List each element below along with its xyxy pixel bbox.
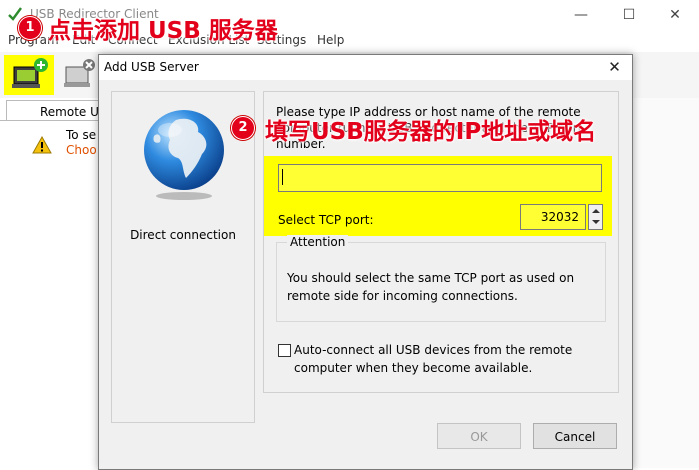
- autoconnect-checkbox[interactable]: [278, 344, 291, 357]
- connection-type-panel: Direct connection: [111, 91, 255, 423]
- dialog-title: Add USB Server: [104, 60, 199, 74]
- right-panel: [628, 98, 699, 468]
- close-button[interactable]: ✕: [652, 0, 698, 30]
- minimize-button[interactable]: —: [558, 0, 604, 30]
- step-1-caption: 点击添加 USB 服务器: [48, 18, 278, 44]
- info-text: To se: [66, 128, 97, 142]
- globe-icon: [144, 110, 224, 200]
- tcp-port-input[interactable]: 32032: [520, 204, 586, 230]
- step-2-caption: 填写USB服务器的IP地址或域名: [265, 119, 597, 145]
- add-server-button[interactable]: [4, 55, 54, 95]
- step-badge-2: 2: [231, 116, 255, 140]
- attention-title: Attention: [287, 235, 349, 249]
- warning-icon: [32, 136, 52, 154]
- ok-button[interactable]: OK: [437, 423, 521, 449]
- port-spinner[interactable]: [588, 204, 603, 230]
- step-badge-1: 1: [18, 16, 42, 40]
- host-address-input[interactable]: [278, 164, 602, 192]
- attention-text: You should select the same TCP port as u…: [287, 271, 575, 303]
- direct-connection-label[interactable]: Direct connection: [112, 228, 254, 242]
- remove-server-button[interactable]: [60, 55, 98, 95]
- maximize-button[interactable]: ☐: [606, 0, 652, 30]
- tcp-port-label: Select TCP port:: [278, 213, 374, 227]
- remove-server-icon: [64, 59, 95, 87]
- attention-group: Attention You should select the same TCP…: [276, 235, 606, 322]
- tab-remote-label: Remote U: [40, 105, 99, 119]
- spin-down-icon[interactable]: [592, 220, 600, 224]
- spin-up-icon[interactable]: [592, 209, 600, 213]
- text-caret: [282, 169, 283, 185]
- autoconnect-label[interactable]: Auto-connect all USB devices from the re…: [294, 341, 584, 377]
- cancel-button[interactable]: Cancel: [533, 423, 617, 449]
- add-server-icon: [12, 58, 48, 88]
- info-link[interactable]: Choo: [66, 143, 97, 157]
- menu-help[interactable]: Help: [317, 33, 344, 47]
- dialog-close-button[interactable]: ✕: [597, 55, 632, 80]
- dialog-titlebar: Add USB Server ✕: [99, 55, 632, 80]
